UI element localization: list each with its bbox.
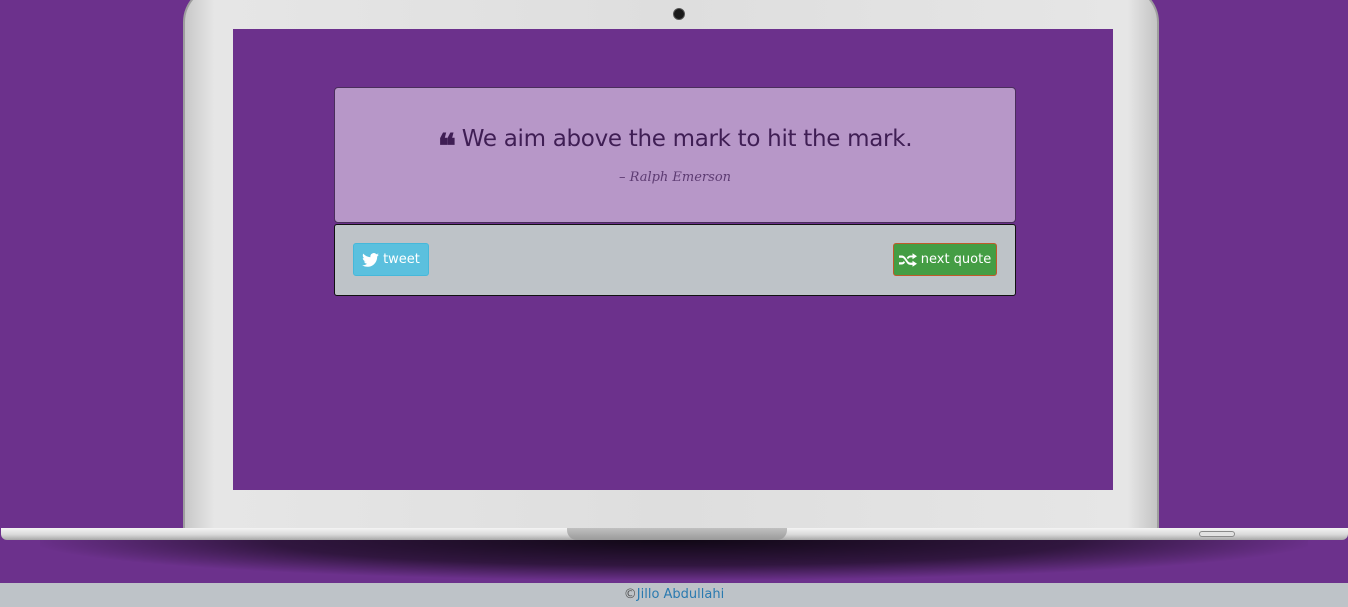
tweet-button[interactable]: tweet — [353, 243, 429, 276]
quote-author: – Ralph Emerson — [618, 170, 732, 185]
footer: ©Jillo Abdullahi — [0, 583, 1348, 607]
laptop-shadow — [40, 540, 1308, 580]
next-quote-label: next quote — [920, 252, 992, 267]
quote-box: ❝ We aim above the mark to hit the mark. … — [334, 87, 1016, 223]
author-link[interactable]: Jillo Abdullahi — [637, 587, 724, 602]
tweet-label: tweet — [383, 252, 420, 267]
twitter-icon — [362, 252, 379, 267]
quote-text-line: ❝ We aim above the mark to hit the mark. — [335, 126, 1015, 164]
laptop-port — [1199, 531, 1235, 537]
laptop-notch — [567, 528, 787, 540]
shuffle-icon — [898, 252, 917, 267]
quote-text: We aim above the mark to hit the mark. — [461, 126, 913, 152]
next-quote-button[interactable]: next quote — [893, 243, 997, 276]
quote-left-icon: ❝ — [437, 127, 456, 167]
copyright-symbol: © — [623, 587, 637, 602]
laptop-camera — [673, 8, 685, 20]
